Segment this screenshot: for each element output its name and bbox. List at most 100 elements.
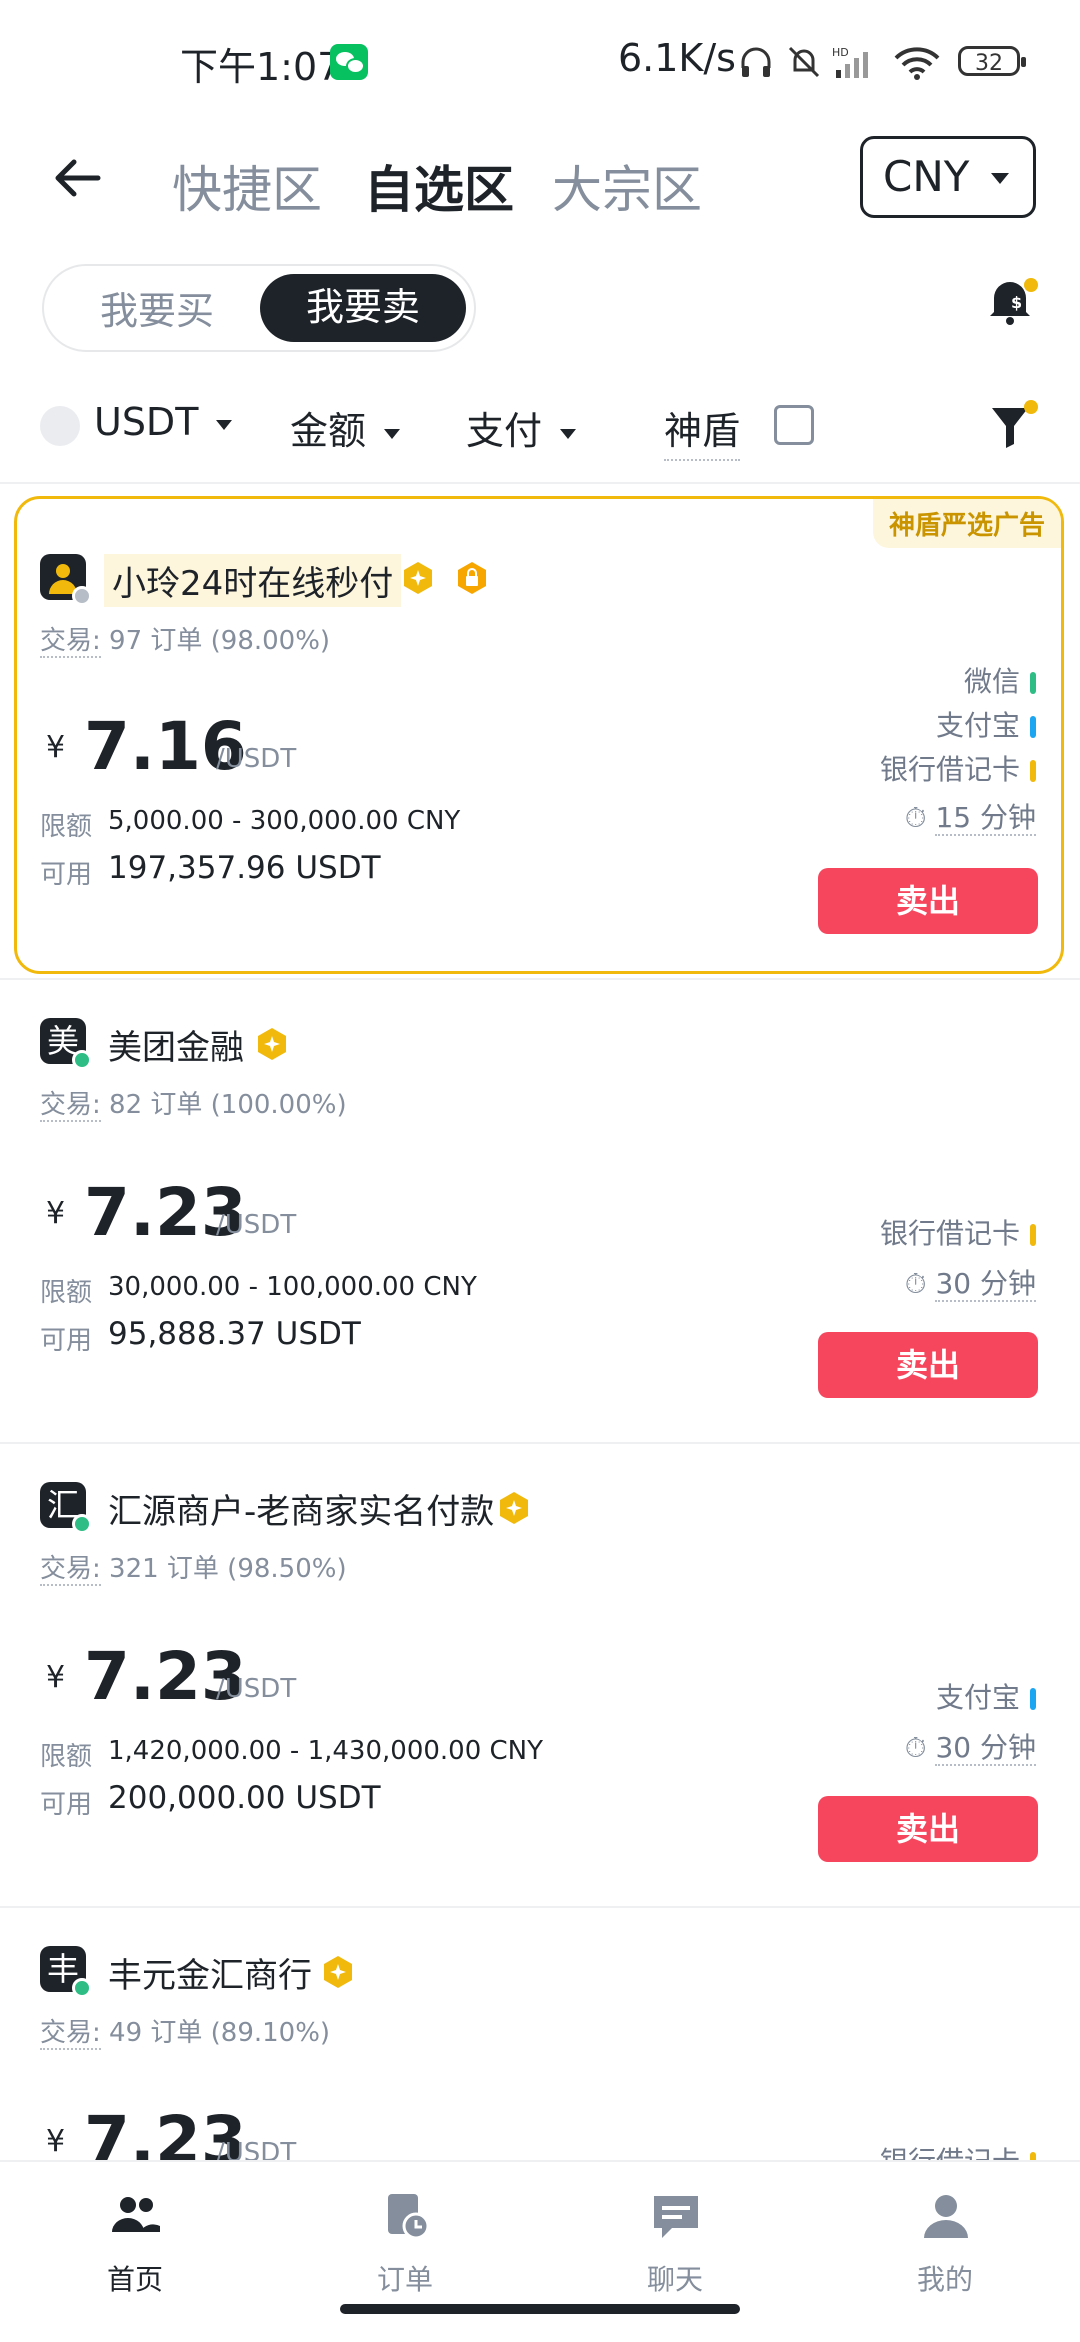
currency-selector[interactable]: CNY: [860, 136, 1036, 218]
currency-symbol: ¥: [46, 2124, 66, 2159]
back-arrow-icon[interactable]: [50, 150, 106, 206]
bank-color-bar: [1030, 1224, 1036, 1246]
nav-orders-label: 订单: [376, 2263, 433, 2296]
limit-value: 30,000.00 - 100,000.00 CNY: [108, 1272, 477, 1302]
currency-label: CNY: [883, 152, 970, 201]
usdt-coin-icon: [40, 406, 80, 446]
limit-value: 1,420,000.00 - 1,430,000.00 CNY: [108, 1736, 544, 1766]
payment-method: 银行借记卡: [880, 1212, 1036, 1252]
tab-bulk[interactable]: 大宗区: [552, 150, 702, 222]
online-indicator: [72, 1050, 92, 1070]
shield-checkbox[interactable]: [774, 405, 814, 445]
featured-ad-tag: 神盾严选广告: [872, 499, 1061, 548]
online-indicator: [72, 1514, 92, 1534]
payment-name: 支付宝: [935, 1681, 1020, 1714]
sell-button[interactable]: 卖出: [818, 1796, 1038, 1862]
gesture-home-bar[interactable]: [340, 2304, 740, 2314]
merchant-avatar[interactable]: 美: [40, 1018, 92, 1070]
nav-profile[interactable]: 我的: [810, 2162, 1080, 2302]
network-speed: 6.1K/s: [618, 36, 736, 80]
currency-symbol: ¥: [46, 1196, 66, 1231]
sell-button[interactable]: 卖出: [818, 868, 1038, 934]
sell-tab[interactable]: 我要卖: [260, 274, 466, 342]
merchant-avatar[interactable]: 汇: [40, 1482, 92, 1534]
nav-home[interactable]: 首页: [0, 2162, 270, 2302]
nav-chat-label: 聊天: [646, 2263, 703, 2296]
stopwatch-icon: ⏱: [904, 801, 936, 834]
svg-text:$: $: [1011, 293, 1022, 312]
merchant-name[interactable]: 丰元金汇商行: [108, 1948, 312, 1997]
verified-merchant-badge-icon: [404, 562, 432, 594]
price-unit: /USDT: [216, 1674, 297, 1704]
amount-filter-label: 金额: [290, 409, 367, 453]
trade-stats: 交易: 49 订单 (89.10%): [40, 2012, 330, 2050]
divider: [0, 978, 1080, 980]
payment-name: 银行借记卡: [879, 753, 1020, 786]
available-value: 200,000.00 USDT: [108, 1780, 381, 1816]
divider: [0, 1906, 1080, 1908]
available-value: 95,888.37 USDT: [108, 1316, 361, 1352]
caret-down-icon: [384, 428, 401, 439]
trade-label: 交易:: [40, 2018, 101, 2050]
wechat-notification-icon: [330, 44, 368, 80]
caret-down-icon: [560, 428, 577, 439]
caret-down-icon: [216, 419, 233, 430]
trade-label: 交易:: [40, 626, 101, 658]
stopwatch-icon: ⏱: [904, 1267, 936, 1300]
tab-custom[interactable]: 自选区: [364, 150, 514, 222]
trade-label: 交易:: [40, 1554, 101, 1586]
offline-indicator: [72, 586, 92, 606]
available-label: 可用: [40, 860, 93, 890]
time-limit-value: 15 分钟: [935, 801, 1036, 836]
payment-time-limit: ⏱ 30 分钟: [905, 1726, 1036, 1766]
merchant-avatar[interactable]: [40, 554, 92, 606]
bank-color-bar: [1030, 760, 1036, 782]
profile-icon: [924, 2195, 968, 2238]
time-limit-value: 30 分钟: [935, 1267, 1036, 1302]
payment-time-limit: ⏱ 15 分钟: [905, 796, 1036, 836]
payment-method: 支付宝: [936, 1676, 1036, 1716]
status-bar: 下午1:07 6.1K/s HD 32: [0, 0, 1080, 120]
payment-name: 银行借记卡: [879, 1217, 1020, 1250]
time-limit-value: 30 分钟: [935, 1731, 1036, 1766]
limit-label: 限额: [40, 1278, 93, 1308]
trade-label: 交易:: [40, 1090, 101, 1122]
price-unit: /USDT: [216, 744, 297, 774]
payment-method: 微信: [964, 660, 1036, 700]
available-label: 可用: [40, 1326, 93, 1356]
divider: [0, 482, 1080, 484]
merchant-name[interactable]: 美团金融: [108, 1020, 244, 1069]
online-indicator: [72, 1978, 92, 1998]
shield-filter-label[interactable]: 神盾: [664, 400, 741, 461]
divider: [0, 1442, 1080, 1444]
nav-orders[interactable]: 订单: [270, 2162, 540, 2302]
trade-stats: 交易: 82 订单 (100.00%): [40, 1084, 347, 1122]
currency-symbol: ¥: [46, 1660, 66, 1695]
signal-icon: HD: [832, 46, 868, 78]
bottom-navigation: 首页 订单 聊天 我的: [0, 2160, 1080, 2342]
payment-filter[interactable]: 支付: [466, 400, 577, 455]
payment-filter-label: 支付: [466, 409, 543, 453]
amount-filter[interactable]: 金额: [290, 400, 401, 455]
headphones-icon: [741, 47, 771, 77]
coin-filter[interactable]: USDT: [94, 400, 233, 444]
merchant-avatar[interactable]: 丰: [40, 1946, 92, 1998]
trade-stats: 交易: 97 订单 (98.00%): [40, 620, 330, 658]
status-time: 下午1:07: [180, 45, 342, 89]
limit-label: 限额: [40, 812, 93, 842]
payment-method: 支付宝: [936, 704, 1036, 744]
filter-dot: [1024, 400, 1038, 414]
sell-button[interactable]: 卖出: [818, 1332, 1038, 1398]
alipay-color-bar: [1030, 1688, 1036, 1710]
buy-tab[interactable]: 我要买: [100, 280, 214, 335]
trade-stats-value: 321 订单 (98.50%): [109, 1554, 347, 1584]
price-unit: /USDT: [216, 1210, 297, 1240]
verified-merchant-badge-icon: [324, 1956, 352, 1988]
nav-chat[interactable]: 聊天: [540, 2162, 810, 2302]
tab-quick[interactable]: 快捷区: [172, 150, 322, 222]
merchant-name[interactable]: 汇源商户-老商家实名付款: [108, 1484, 494, 1533]
orders-icon: [388, 2194, 430, 2240]
merchant-name[interactable]: 小玲24时在线秒付: [104, 554, 402, 607]
chat-icon: [654, 2196, 698, 2238]
funnel-icon: [992, 408, 1028, 448]
